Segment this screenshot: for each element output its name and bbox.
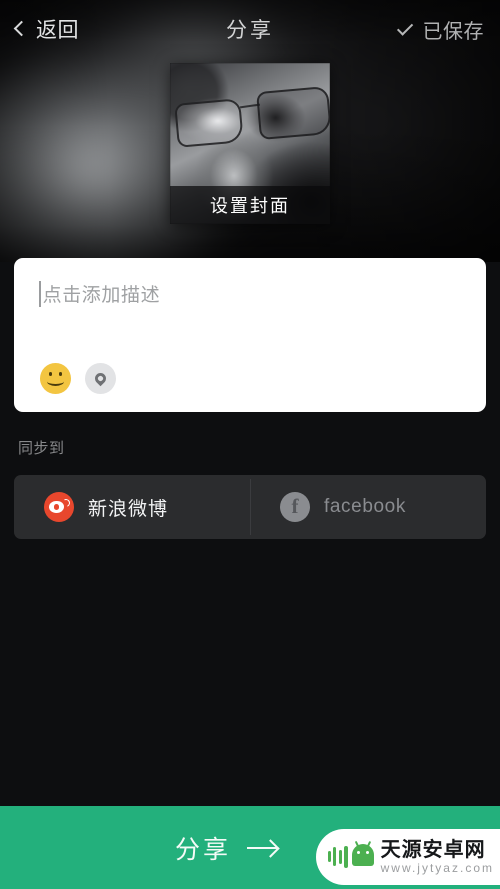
text-caret bbox=[39, 280, 41, 307]
emoji-eye-right bbox=[58, 372, 62, 377]
emoji-face-shape bbox=[40, 363, 71, 394]
pin-shape bbox=[92, 370, 109, 387]
back-button-label: 返回 bbox=[36, 19, 79, 42]
watermark-url: www.jytyaz.com bbox=[380, 861, 494, 875]
sync-section-label: 同步到 bbox=[18, 440, 65, 457]
saved-status-label: 已保存 bbox=[422, 20, 484, 43]
logo-bars bbox=[327, 846, 348, 868]
robot-head-shape bbox=[351, 844, 374, 866]
eyeglasses-left-lens bbox=[174, 98, 244, 148]
emoji-smiley-icon[interactable] bbox=[40, 363, 71, 394]
weibo-glyph bbox=[49, 497, 72, 515]
description-placeholder: 点击添加描述 bbox=[42, 285, 161, 306]
sync-target-weibo[interactable]: 新浪微博 bbox=[14, 475, 250, 539]
sync-targets-row: 新浪微博 f facebook bbox=[14, 475, 486, 539]
sync-target-label: facebook bbox=[324, 496, 406, 517]
robot-eye-right bbox=[365, 851, 369, 854]
share-button-label: 分享 bbox=[174, 835, 231, 864]
watermark-title: 天源安卓网 bbox=[380, 839, 486, 861]
description-card[interactable]: 点击添加描述 bbox=[14, 258, 486, 412]
arrow-right-icon bbox=[247, 846, 277, 849]
facebook-f-glyph: f bbox=[291, 494, 299, 518]
sync-target-facebook[interactable]: f facebook bbox=[250, 475, 486, 539]
watermark-badge: 天源安卓网 www.jytyaz.com bbox=[315, 829, 500, 885]
logo-robot-head bbox=[351, 840, 374, 868]
robot-eye-left bbox=[356, 851, 360, 854]
facebook-icon: f bbox=[280, 492, 310, 522]
cover-thumbnail[interactable]: 设置封面 bbox=[170, 63, 330, 224]
sync-target-label: 新浪微博 bbox=[88, 498, 169, 520]
description-input[interactable]: 点击添加描述 bbox=[39, 280, 160, 307]
check-icon bbox=[396, 19, 413, 36]
description-toolbar bbox=[40, 363, 116, 394]
saved-status[interactable]: 已保存 bbox=[374, 15, 484, 44]
share-button-content: 分享 bbox=[175, 830, 277, 866]
weibo-icon bbox=[44, 492, 74, 522]
chevron-left-icon bbox=[13, 20, 30, 37]
watermark-text: 天源安卓网 www.jytyaz.com bbox=[380, 839, 494, 875]
emoji-eye-left bbox=[49, 372, 53, 377]
emoji-mouth bbox=[47, 377, 64, 386]
share-screen: 返回 分享 已保存 设置封面 点击添加描述 同步到 新浪微博 f faceboo… bbox=[0, 0, 500, 889]
top-navigation-bar: 返回 分享 已保存 bbox=[0, 0, 500, 58]
back-button[interactable]: 返回 bbox=[13, 14, 126, 44]
location-pin-icon[interactable] bbox=[85, 363, 116, 394]
android-robot-icon bbox=[327, 840, 374, 874]
set-cover-label[interactable]: 设置封面 bbox=[170, 186, 330, 224]
eyeglasses-right-lens bbox=[256, 85, 330, 141]
